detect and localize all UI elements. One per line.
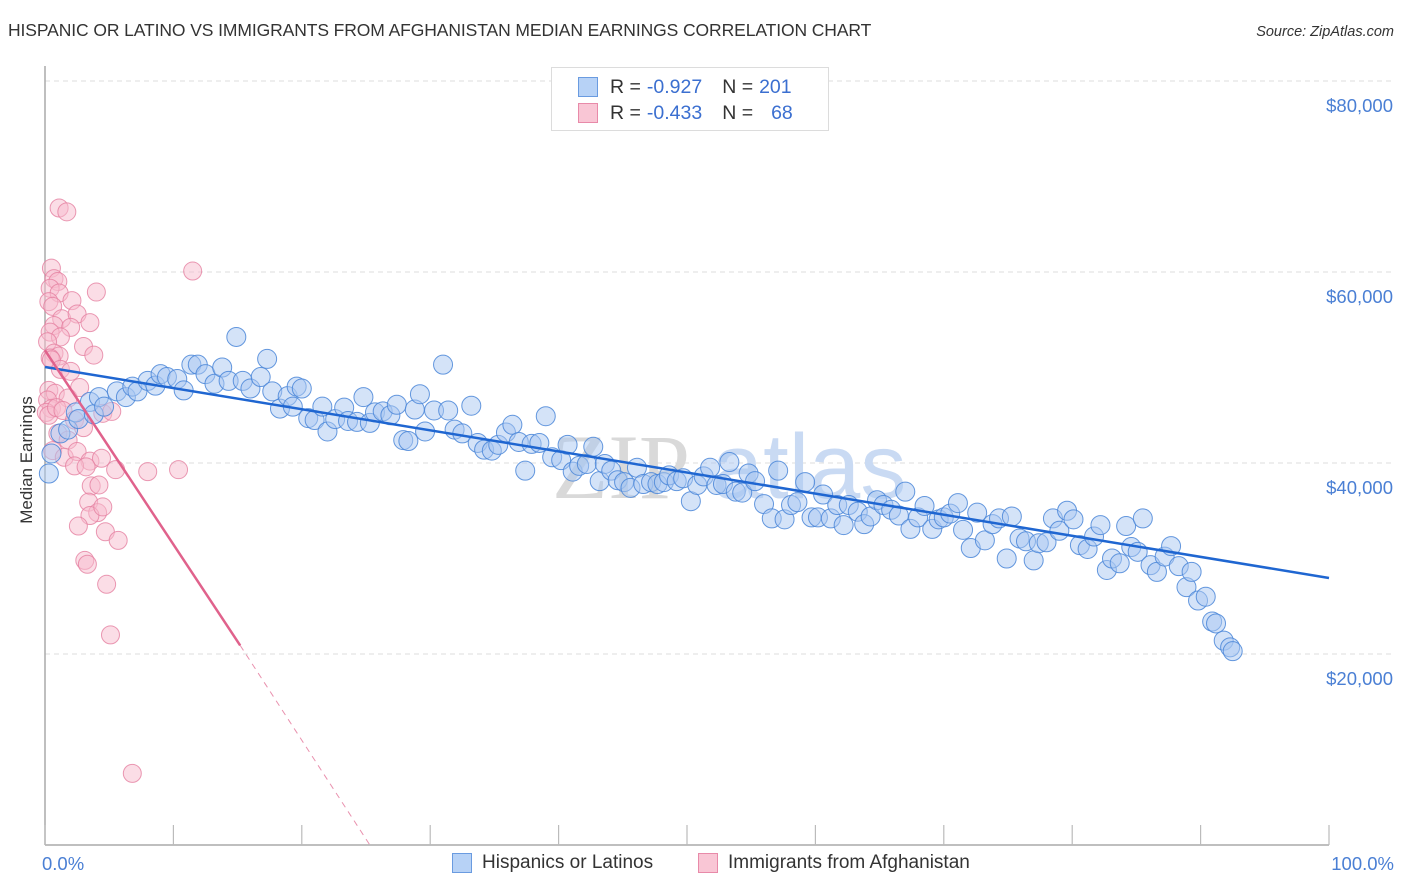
data-point-hispanic: [257, 348, 278, 369]
series-legend: Hispanics or Latinos Immigrants from Afg…: [0, 852, 1406, 878]
data-point-afghanistan: [77, 554, 97, 574]
data-point-hispanic: [996, 548, 1017, 569]
data-point-hispanic: [535, 406, 556, 427]
n-value: 201: [759, 75, 792, 98]
legend-row-hispanic: R = -0.927 N = 201: [578, 75, 792, 99]
data-point-hispanic: [1090, 515, 1111, 536]
r-label: R =: [610, 75, 641, 98]
data-point-hispanic: [583, 436, 604, 457]
r-value: -0.433: [646, 101, 703, 124]
pink-swatch-icon: [698, 853, 718, 873]
data-point-hispanic: [515, 460, 536, 481]
trend-line-hispanic: [44, 365, 1330, 580]
data-point-afghanistan: [93, 497, 113, 517]
data-point-afghanistan: [86, 282, 106, 302]
data-point-afghanistan: [80, 313, 100, 333]
data-point-hispanic: [833, 515, 854, 536]
correlation-legend: R = -0.927 N = 201 R = -0.433 N = 68: [551, 67, 829, 131]
data-point-hispanic: [947, 493, 968, 514]
blue-swatch-icon: [578, 77, 598, 97]
data-point-afghanistan: [84, 345, 104, 365]
n-value: 68: [771, 101, 793, 124]
data-point-afghanistan: [97, 574, 117, 594]
data-point-afghanistan: [57, 202, 77, 222]
data-point-hispanic: [787, 492, 808, 513]
data-point-hispanic: [953, 519, 974, 540]
data-point-hispanic: [768, 460, 789, 481]
data-point-hispanic: [38, 463, 59, 484]
data-point-hispanic: [1023, 550, 1044, 571]
data-point-hispanic: [745, 471, 766, 492]
data-point-afghanistan: [89, 475, 109, 495]
r-label: R =: [610, 101, 641, 124]
data-point-afghanistan: [138, 462, 158, 482]
data-point-hispanic: [719, 452, 740, 473]
data-point-hispanic: [1206, 613, 1227, 634]
data-point-hispanic: [1063, 509, 1084, 530]
data-point-hispanic: [1109, 553, 1130, 574]
data-point-hispanic: [398, 431, 419, 452]
legend-label: Hispanics or Latinos: [482, 852, 654, 873]
data-point-hispanic: [1132, 508, 1153, 529]
data-point-hispanic: [1116, 516, 1137, 537]
data-point-afghanistan: [169, 460, 189, 480]
data-point-hispanic: [1181, 561, 1202, 582]
data-point-afghanistan: [106, 460, 126, 480]
data-point-hispanic: [502, 414, 523, 435]
data-point-hispanic: [409, 384, 430, 405]
data-point-afghanistan: [122, 763, 142, 783]
data-point-hispanic: [461, 395, 482, 416]
data-point-hispanic: [795, 472, 816, 493]
y-axis-title: Median Earnings: [17, 396, 36, 524]
legend-label: Immigrants from Afghanistan: [728, 852, 970, 873]
pink-swatch-icon: [578, 103, 598, 123]
data-point-afghanistan: [68, 516, 88, 536]
data-point-hispanic: [1001, 506, 1022, 527]
legend-item-afghanistan[interactable]: Immigrants from Afghanistan: [698, 852, 970, 874]
legend-item-hispanics[interactable]: Hispanics or Latinos: [452, 852, 653, 874]
data-point-afghanistan: [183, 261, 203, 281]
legend-row-afghanistan: R = -0.433 N = 68: [578, 101, 793, 125]
data-point-hispanic: [386, 394, 407, 415]
n-label: N =: [722, 75, 754, 98]
y-tick-label: $80,000: [1326, 95, 1393, 116]
blue-swatch-icon: [452, 853, 472, 873]
data-point-hispanic: [226, 326, 247, 347]
data-point-hispanic: [94, 396, 115, 417]
r-value: -0.927: [646, 75, 703, 98]
n-label: N =: [722, 101, 754, 124]
y-tick-label: $40,000: [1326, 477, 1393, 498]
data-point-hispanic: [895, 481, 916, 502]
data-point-hispanic: [433, 354, 454, 375]
data-point-afghanistan: [108, 530, 128, 550]
data-point-hispanic: [291, 378, 312, 399]
data-point-hispanic: [1222, 641, 1243, 662]
y-tick-label: $20,000: [1326, 668, 1393, 689]
trend-line-afghanistan-extrapolated: [239, 645, 371, 846]
data-point-hispanic: [41, 443, 62, 464]
data-point-hispanic: [1195, 586, 1216, 607]
data-point-hispanic: [438, 400, 459, 421]
scatter-chart: ZIP atlas $20,000$40,000$60,000$80,0000.…: [17, 66, 1394, 874]
y-tick-label: $60,000: [1326, 286, 1393, 307]
data-point-afghanistan: [100, 625, 120, 645]
data-point-afghanistan: [76, 457, 96, 477]
pink-points: [36, 198, 203, 783]
